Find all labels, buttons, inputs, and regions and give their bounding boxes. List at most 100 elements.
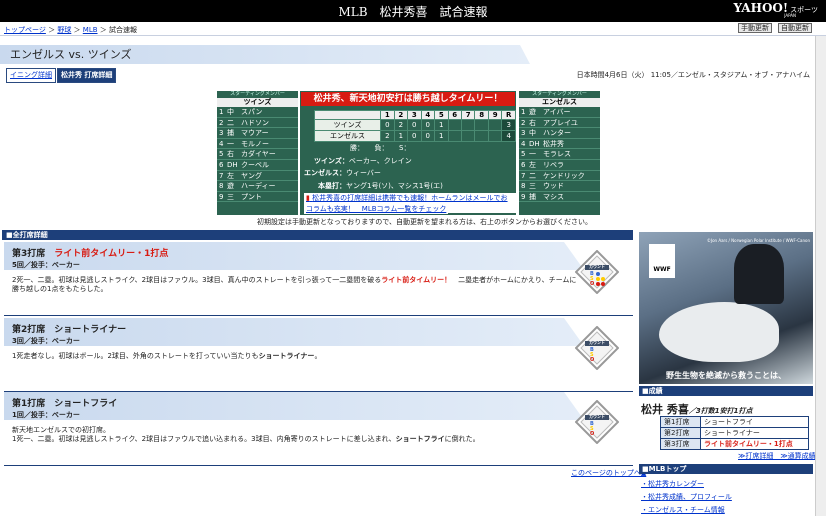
home-pitchers-label: エンゼルス：	[304, 169, 346, 177]
player-name[interactable]: スパン	[241, 108, 262, 116]
yahoo-logo[interactable]: YAHOO! スポーツ JAPAN	[734, 2, 819, 18]
batting-order: 2	[521, 118, 526, 127]
player-name[interactable]: モラレス	[543, 150, 571, 158]
linescore-team: エンゼルス	[313, 130, 382, 142]
at-bat-description: 新天地エンゼルスでの初打席。 1死一、二塁。初球は見逃しストライク、2球目はファウ…	[12, 426, 577, 444]
inning-score: 0	[407, 119, 422, 131]
inning-score: 0	[420, 130, 436, 142]
at-bat-title: 第2打席 ショートライナー	[12, 322, 126, 335]
breadcrumb-baseball[interactable]: 野球	[57, 26, 71, 34]
visitor-pitchers-label: ツインズ：	[314, 157, 349, 165]
batting-order: 9	[219, 192, 224, 201]
lineup-row: 8 三ウッド	[519, 181, 600, 192]
page-title: エンゼルス vs. ツインズ	[0, 45, 530, 64]
count-diamond-icon: カウント B S O	[574, 399, 620, 445]
batting-order: 7	[219, 171, 224, 180]
tab-at-bat-detail[interactable]: 松井秀 打席詳細	[57, 68, 117, 83]
at-bat-inning: 3回／投手：ベーカー	[12, 337, 80, 345]
person-image	[734, 244, 784, 304]
player-name[interactable]: ウッド	[543, 182, 564, 190]
record-row: 第2打席 ショートライナー	[660, 427, 809, 439]
inning-header: R	[501, 110, 516, 120]
page-top-link[interactable]: このページのトップへ▲	[571, 468, 646, 478]
player-name[interactable]: モルノー	[241, 140, 269, 148]
position: 三	[529, 182, 536, 191]
player-name[interactable]: プント	[241, 193, 262, 201]
player-name[interactable]: 松井秀	[543, 140, 564, 148]
count-diamond-icon: カウント B S O	[574, 325, 620, 371]
inning-score	[487, 119, 503, 131]
record-row: 第1打席 ショートフライ	[660, 416, 809, 428]
inning-score: 0	[420, 119, 436, 131]
auto-update-button[interactable]: 自動更新	[778, 23, 812, 33]
lineup-row: 3 中ハンター	[519, 128, 600, 139]
at-bat-result: ショートライナー	[54, 325, 127, 335]
at-bat-description: 1死走者なし。初球はボール。2球目、外角のストレートを打っていい当たりもショート…	[12, 352, 577, 361]
count-letter: O	[590, 431, 595, 437]
player-name[interactable]: カダイヤー	[241, 150, 276, 158]
manual-update-button[interactable]: 手動更新	[738, 23, 772, 33]
lineup-row: 9 捕マシス	[519, 192, 600, 203]
pr-ad-banner[interactable]: WWF ©Jon Aars / Norwegian Polar Institut…	[639, 232, 813, 384]
inning-header: 3	[407, 110, 422, 120]
lineup-row: 6 DH クーベル	[217, 160, 298, 171]
linescore-team: ツインズ	[313, 119, 382, 131]
at-bat-result: ショートフライ	[54, 399, 118, 409]
linescore-table: 123456789R ツインズ 0 2 0 0 1 3 エンゼルス 2 1 0 0 1 4	[313, 110, 516, 142]
inning-header: 6	[447, 110, 463, 120]
record-label: 第2打席	[660, 427, 701, 439]
inning-header: 8	[474, 110, 489, 120]
position: 遊	[529, 108, 536, 116]
player-summary: ／3打数1安打1打点	[688, 407, 753, 415]
visitor-lineup: スターティングメンバー ツインズ 1 中スパン 2 二ハドソン 3 捕マウアー 4 一モルノー…	[217, 91, 298, 215]
player-name[interactable]: クーベル	[241, 161, 269, 169]
breadcrumb-top[interactable]: トップページ	[4, 26, 46, 34]
lineup-row: 1 遊アイバー	[519, 107, 600, 118]
link-matsui-profile[interactable]: ・松井秀成績、プロフィール	[641, 492, 732, 502]
batting-order: 5	[219, 150, 224, 159]
link-matsui-calendar[interactable]: ・松井秀カレンダー	[641, 479, 704, 489]
inning-score: 1	[433, 119, 449, 131]
photo-credit: ©Jon Aars / Norwegian Polar Institute / …	[706, 238, 810, 243]
player-name[interactable]: ハーディー	[241, 182, 276, 190]
player-name[interactable]: アイバー	[543, 108, 571, 116]
inning-header: 7	[460, 110, 476, 120]
position: 一	[529, 150, 536, 159]
breadcrumb-mlb[interactable]: MLB	[83, 26, 98, 34]
record-label: 第3打席	[660, 438, 701, 450]
record-links[interactable]: ≫打席詳細 ≫通算成績	[738, 451, 816, 461]
logo-text: YAHOO!	[733, 1, 789, 15]
scrollbar[interactable]	[815, 36, 826, 516]
position: 二	[529, 171, 536, 180]
position: 右	[529, 118, 536, 127]
divider	[4, 315, 633, 316]
inning-score: 4	[501, 130, 516, 142]
column-link[interactable]: コラムも充実！ MLBコラム一覧をチェック	[304, 204, 449, 214]
tab-inning-detail[interactable]: イニング詳細	[6, 68, 56, 83]
at-bat-number: 第1打席	[12, 399, 46, 409]
player-name[interactable]: アブレイユ	[543, 119, 578, 127]
lineup-row: 7 二ケンドリック	[519, 171, 600, 182]
inning-header: 1	[380, 110, 395, 120]
headline-banner[interactable]: 松井秀、新天地初安打は勝ち越しタイムリー！	[301, 92, 515, 106]
lineup-caption: スターティングメンバー	[532, 91, 587, 97]
link-angels-team[interactable]: ・エンゼルス・チーム情報	[641, 505, 725, 515]
lineup-row: 5 一モラレス	[519, 149, 600, 160]
player-name[interactable]: ケンドリック	[543, 172, 585, 180]
record-value: ライト前タイムリー・1打点	[700, 438, 809, 450]
count-dot	[601, 277, 605, 281]
ad-slogan: 野生生物を絶滅から救うことは、	[666, 371, 786, 380]
inning-score	[487, 130, 503, 142]
home-pitchers-value: ウィーバー	[346, 169, 381, 177]
home-runs-value: ヤング1号(ソ)、マシス1号(エ)	[346, 182, 443, 190]
player-name[interactable]: マウアー	[241, 129, 269, 137]
player-name[interactable]: ハンター	[543, 129, 571, 137]
player-name-text: 松井 秀喜	[641, 403, 689, 416]
record-heading-text: 成績	[648, 387, 663, 395]
player-name[interactable]: リベラ	[543, 161, 564, 169]
player-name[interactable]: ハドソン	[241, 119, 269, 127]
player-name[interactable]: ヤング	[241, 172, 262, 180]
inning-header: 4	[420, 110, 436, 120]
player-name[interactable]: マシス	[543, 193, 564, 201]
batting-order: 8	[521, 182, 526, 191]
